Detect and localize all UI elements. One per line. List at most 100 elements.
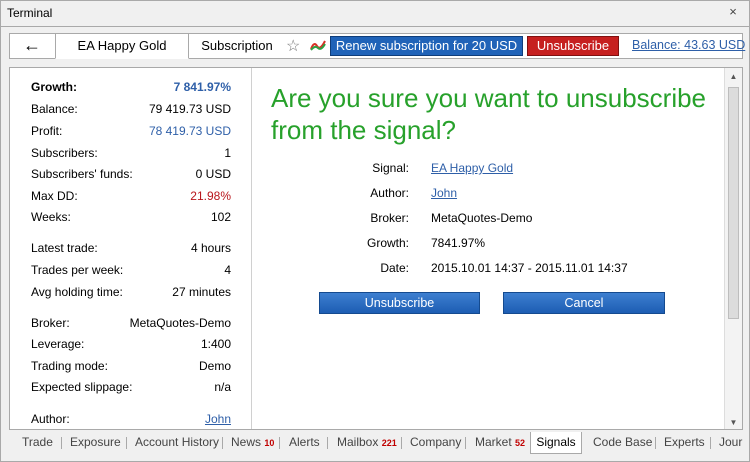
stat-balance: Balance: 79 419.73 USD <box>31 102 231 118</box>
author-link[interactable]: John <box>431 186 457 200</box>
tab-market[interactable]: Market 52 <box>475 433 525 453</box>
stat-subscribers: Subscribers: 1 <box>31 146 231 162</box>
news-count-badge: 10 <box>264 438 275 448</box>
cancel-button[interactable]: Cancel <box>503 292 665 314</box>
stat-label: Expected slippage: <box>31 380 133 394</box>
detail-label: Author: <box>370 186 409 200</box>
stat-label: Avg holding time: <box>31 285 123 299</box>
detail-author: Author: John <box>253 186 725 202</box>
stat-value: 4 <box>224 263 231 277</box>
balance-link[interactable]: Balance: 43.63 USD <box>632 38 745 52</box>
tab-account-history[interactable]: Account History <box>135 433 219 453</box>
stat-value: n/a <box>214 380 231 394</box>
stat-latest-trade: Latest trade: 4 hours <box>31 241 231 257</box>
stat-value: 79 419.73 USD <box>148 102 231 116</box>
tab-signals[interactable]: Signals <box>530 432 582 454</box>
stat-trades-per-week: Trades per week: 4 <box>31 263 231 279</box>
stat-label: Author: <box>31 412 70 426</box>
tab-separator <box>279 437 280 449</box>
favorite-star-icon[interactable]: ☆ <box>286 36 300 56</box>
detail-signal: Signal: EA Happy Gold <box>253 161 725 177</box>
tab-news[interactable]: News 10 <box>231 433 274 453</box>
tab-alerts[interactable]: Alerts <box>289 433 320 453</box>
tab-separator <box>710 437 711 449</box>
tab-separator <box>222 437 223 449</box>
signal-content: Growth: 7 841.97% Balance: 79 419.73 USD… <box>9 67 743 430</box>
stat-author: Author: John <box>31 412 231 428</box>
title-bar: Terminal × <box>0 0 750 26</box>
stat-value: 0 USD <box>195 167 231 181</box>
stat-label: Growth: <box>31 80 77 94</box>
unsubscribe-question: Are you sure you want to unsubscribe fro… <box>271 83 707 145</box>
signal-stats-panel: Growth: 7 841.97% Balance: 79 419.73 USD… <box>10 68 252 429</box>
stat-trading-mode: Trading mode: Demo <box>31 359 231 375</box>
stat-label: Max DD: <box>31 189 78 203</box>
stat-label: Trading mode: <box>31 359 108 373</box>
detail-growth: Growth: 7841.97% <box>253 236 725 252</box>
tab-separator <box>327 437 328 449</box>
detail-broker: Broker: MetaQuotes-Demo <box>253 211 725 227</box>
stat-value: 7 841.97% <box>173 80 231 94</box>
stat-growth: Growth: 7 841.97% <box>31 80 231 96</box>
stat-label: Subscribers: <box>31 146 98 160</box>
detail-value: MetaQuotes-Demo <box>431 211 533 225</box>
window-title: Terminal <box>7 6 53 20</box>
close-icon[interactable]: × <box>725 5 741 21</box>
stat-broker: Broker: MetaQuotes-Demo <box>31 316 231 332</box>
scroll-thumb[interactable] <box>728 87 739 319</box>
detail-value: 7841.97% <box>431 236 486 250</box>
stat-avg-holding: Avg holding time: 27 minutes <box>31 285 231 301</box>
detail-label: Growth: <box>366 236 409 250</box>
stat-label: Balance: <box>31 102 78 116</box>
tab-subscription[interactable]: Subscription <box>190 34 284 58</box>
scroll-up-icon[interactable]: ▲ <box>725 68 742 85</box>
tab-separator <box>401 437 402 449</box>
mailbox-count-badge: 221 <box>381 438 397 448</box>
detail-value: 2015.10.01 14:37 - 2015.11.01 14:37 <box>431 261 628 275</box>
tab-separator <box>655 437 656 449</box>
scroll-down-icon[interactable]: ▼ <box>725 414 742 429</box>
stat-slippage: Expected slippage: n/a <box>31 380 231 396</box>
unsubscribe-button[interactable]: Unsubscribe <box>527 36 619 56</box>
signal-chart-icon <box>310 40 326 51</box>
tab-code-base[interactable]: Code Base <box>593 433 652 453</box>
detail-date: Date: 2015.10.01 14:37 - 2015.11.01 14:3… <box>253 261 725 277</box>
stat-value: 4 hours <box>190 241 231 255</box>
tab-signal-name[interactable]: EA Happy Gold <box>55 33 189 59</box>
stat-value: Demo <box>198 359 231 373</box>
terminal-tabs: Trade Exposure Account History News 10 A… <box>9 432 743 455</box>
stat-label: Trades per week: <box>31 263 124 277</box>
stat-label: Profit: <box>31 124 63 138</box>
tab-journal[interactable]: Jour <box>719 433 743 453</box>
signal-link[interactable]: EA Happy Gold <box>431 161 513 175</box>
market-count-badge: 52 <box>515 438 526 448</box>
renew-subscription-button[interactable]: Renew subscription for 20 USD <box>330 36 523 56</box>
unsubscribe-dialog: Are you sure you want to unsubscribe fro… <box>253 68 725 429</box>
detail-label: Date: <box>380 261 409 275</box>
back-arrow-icon[interactable]: ← <box>10 34 54 58</box>
tab-company[interactable]: Company <box>410 433 461 453</box>
stat-value: 78 419.73 USD <box>148 124 231 138</box>
stat-label: Broker: <box>31 316 70 330</box>
stat-value: 27 minutes <box>172 285 231 299</box>
tab-separator <box>61 437 62 449</box>
stat-profit: Profit: 78 419.73 USD <box>31 124 231 140</box>
vertical-scrollbar[interactable]: ▲ ▼ <box>724 68 742 429</box>
confirm-unsubscribe-button[interactable]: Unsubscribe <box>319 292 480 314</box>
tab-exposure[interactable]: Exposure <box>70 433 121 453</box>
stat-subscribers-funds: Subscribers' funds: 0 USD <box>31 167 231 183</box>
author-link[interactable]: John <box>205 412 231 426</box>
tab-mailbox[interactable]: Mailbox 221 <box>337 433 397 453</box>
stat-max-dd: Max DD: 21.98% <box>31 189 231 205</box>
signal-toolbar: ← EA Happy Gold Subscription ☆ Renew sub… <box>9 33 745 59</box>
stat-value: MetaQuotes-Demo <box>129 316 231 330</box>
stat-weeks: Weeks: 102 <box>31 210 231 226</box>
tab-separator <box>126 437 127 449</box>
terminal-panel: ← EA Happy Gold Subscription ☆ Renew sub… <box>0 26 750 462</box>
stat-value: 1:400 <box>200 337 231 351</box>
stat-label: Subscribers' funds: <box>31 167 133 181</box>
tab-trade[interactable]: Trade <box>22 433 53 453</box>
tab-experts[interactable]: Experts <box>664 433 705 453</box>
stat-label: Weeks: <box>31 210 71 224</box>
tab-separator <box>465 437 466 449</box>
